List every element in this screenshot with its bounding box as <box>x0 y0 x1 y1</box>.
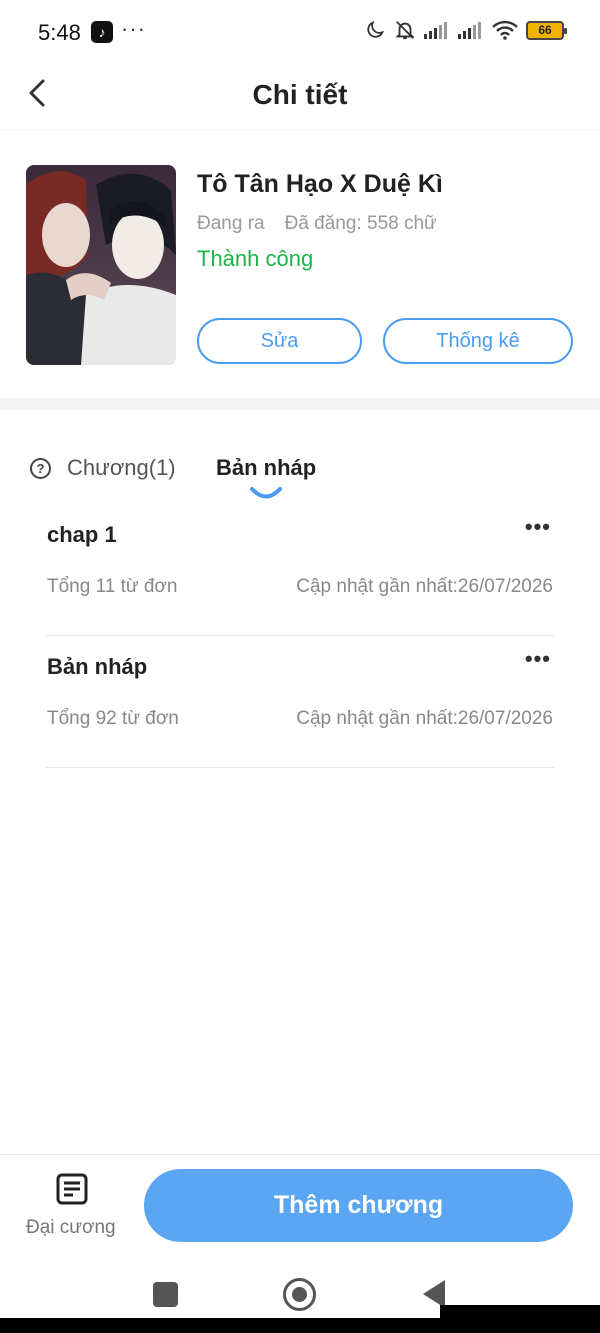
stats-button[interactable]: Thống kê <box>383 318 573 364</box>
signal-icon <box>458 22 481 39</box>
book-title: Tô Tân Hạo X Duệ Kì <box>197 170 443 198</box>
status-time: 5:48 <box>38 20 81 45</box>
page-title: Chi tiết <box>252 79 348 110</box>
list-item[interactable]: chap 1 ••• Tổng 11 từ đơn Cập nhật gần n… <box>46 504 554 636</box>
outline-label[interactable]: Đại cương <box>26 1217 116 1239</box>
draft-title: Bản nháp <box>47 654 148 679</box>
draft-title: chap 1 <box>47 522 117 547</box>
list-item[interactable]: Bản nháp ••• Tổng 92 từ đơn Cập nhật gần… <box>46 636 554 768</box>
tiktok-icon: ♪ <box>91 21 113 43</box>
header: Chi tiết <box>0 64 600 130</box>
bottom-bar: Đại cương Thêm chương <box>0 1154 600 1262</box>
outline-document-icon[interactable] <box>56 1173 88 1207</box>
book-word-count: Đã đăng: 558 chữ <box>284 213 437 234</box>
book-state: Thành công <box>197 246 314 271</box>
screen: 5:48 ♪ ··· 66 Chi tiết Tô Tân Hạo X Duệ … <box>0 0 600 1333</box>
status-bar: 5:48 ♪ ··· 66 <box>0 0 600 64</box>
draft-word-count: Tổng 11 từ đơn <box>47 576 178 597</box>
status-more: ··· <box>121 16 146 41</box>
status-icons: 66 <box>364 19 567 41</box>
draft-updated: Cập nhật gần nhất:26/07/2026 <box>296 576 553 597</box>
book-meta: Đang ra Đã đăng: 558 chữ <box>197 213 437 235</box>
more-options-icon[interactable]: ••• <box>525 646 551 672</box>
home-icon[interactable] <box>283 1278 316 1311</box>
tab-active-indicator <box>250 487 282 499</box>
book-cover-image <box>26 165 176 365</box>
edit-button[interactable]: Sửa <box>197 318 362 364</box>
tab-drafts[interactable]: Bản nháp <box>216 455 316 481</box>
wifi-icon <box>492 20 518 40</box>
signal-icon <box>424 22 447 39</box>
add-chapter-button[interactable]: Thêm chương <box>144 1169 573 1242</box>
nav-back-icon[interactable] <box>423 1280 445 1308</box>
draft-word-count: Tổng 92 từ đơn <box>47 708 179 729</box>
screen-edge <box>440 1305 600 1333</box>
book-status: Đang ra <box>197 213 265 234</box>
recent-apps-icon[interactable] <box>153 1282 178 1307</box>
section-divider <box>0 398 600 410</box>
moon-icon <box>367 20 385 38</box>
more-options-icon[interactable]: ••• <box>525 514 551 540</box>
tab-chapters[interactable]: Chương(1) <box>67 455 176 481</box>
bell-off-icon <box>395 21 415 40</box>
draft-updated: Cập nhật gần nhất:26/07/2026 <box>296 708 553 729</box>
help-circle-icon[interactable]: ? <box>30 458 51 479</box>
battery-icon: 66 <box>526 20 567 40</box>
